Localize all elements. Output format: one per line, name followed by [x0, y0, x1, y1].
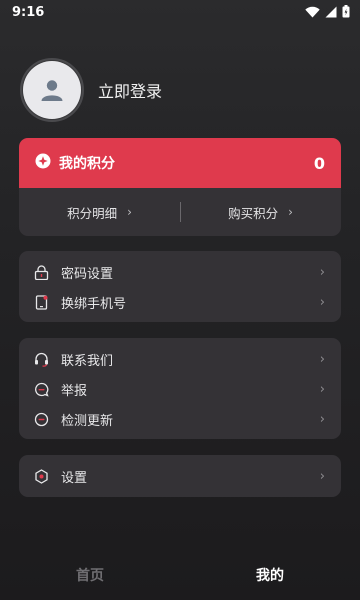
menu-label-password: 密码设置: [61, 266, 114, 282]
menu-label-check-update: 检测更新: [61, 413, 114, 429]
points-icon: [35, 153, 51, 173]
lock-icon: [33, 264, 49, 280]
chevron-right-icon: ›: [288, 205, 293, 219]
menu-label-contact-us: 联系我们: [61, 353, 114, 369]
login-link[interactable]: 立即登录: [98, 78, 162, 102]
settings-menu-card: 设置 ›: [19, 455, 341, 497]
chevron-right-icon: ›: [127, 205, 132, 219]
headset-icon: [33, 351, 49, 367]
tab-mine[interactable]: 我的: [180, 565, 360, 585]
menu-item-password[interactable]: 密码设置 ›: [19, 257, 341, 287]
points-links: 积分明细 › 购买积分 ›: [19, 188, 341, 236]
chevron-right-icon: ›: [319, 264, 325, 280]
status-time: 9:16: [12, 4, 45, 20]
status-bar: 9:16: [0, 0, 360, 24]
points-label: 我的积分: [59, 156, 115, 172]
status-icons: [305, 3, 350, 22]
points-detail-link[interactable]: 积分明细 ›: [19, 203, 180, 222]
security-menu-card: 密码设置 › 换绑手机号 ›: [19, 251, 341, 322]
menu-item-check-update[interactable]: 检测更新 ›: [19, 404, 341, 434]
report-icon: [33, 381, 49, 397]
chevron-right-icon: ›: [319, 468, 325, 484]
battery-icon: [342, 3, 350, 22]
chevron-right-icon: ›: [319, 351, 325, 367]
points-detail-label: 积分明细: [67, 205, 118, 221]
points-header[interactable]: 我的积分 0: [19, 138, 341, 188]
points-card: 我的积分 0 积分明细 › 购买积分 ›: [19, 138, 341, 236]
avatar[interactable]: [20, 58, 84, 122]
chevron-right-icon: ›: [319, 381, 325, 397]
settings-icon: [33, 468, 49, 484]
phone-icon: [33, 294, 49, 310]
menu-label-report: 举报: [61, 383, 88, 399]
update-icon: [33, 411, 49, 427]
chevron-right-icon: ›: [319, 411, 325, 427]
tab-home[interactable]: 首页: [0, 565, 180, 585]
menu-item-change-phone[interactable]: 换绑手机号 ›: [19, 287, 341, 317]
chevron-right-icon: ›: [319, 294, 325, 310]
signal-icon: [325, 3, 337, 22]
menu-item-settings[interactable]: 设置 ›: [19, 461, 341, 491]
profile-section[interactable]: 立即登录: [20, 58, 162, 122]
points-value: 0: [313, 153, 325, 173]
wifi-icon: [305, 3, 320, 22]
bottom-nav: 首页 我的: [0, 550, 360, 600]
menu-item-contact-us[interactable]: 联系我们 ›: [19, 344, 341, 374]
divider: [180, 202, 181, 222]
menu-label-change-phone: 换绑手机号: [61, 296, 127, 312]
menu-label-settings: 设置: [61, 470, 88, 486]
user-avatar-icon: [23, 61, 81, 119]
support-menu-card: 联系我们 › 举报 › 检测更新 ›: [19, 338, 341, 439]
menu-item-report[interactable]: 举报 ›: [19, 374, 341, 404]
buy-points-label: 购买积分: [228, 205, 279, 221]
buy-points-link[interactable]: 购买积分 ›: [180, 203, 341, 222]
